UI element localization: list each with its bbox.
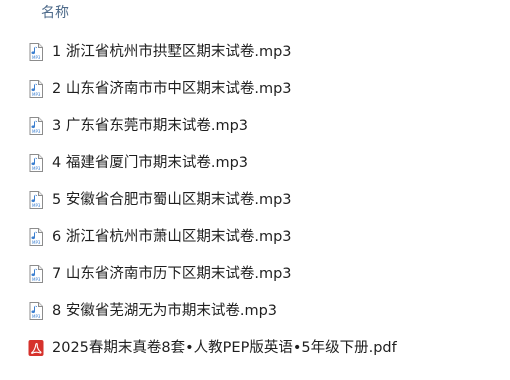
file-name: 4 福建省厦门市期末试卷.mp3 — [52, 155, 248, 171]
audio-file-icon: MP3 — [26, 42, 46, 62]
file-row[interactable]: MP3 6 浙江省杭州市萧山区期末试卷.mp3 — [26, 224, 486, 250]
svg-text:MP3: MP3 — [32, 129, 41, 134]
svg-text:MP3: MP3 — [32, 92, 41, 97]
audio-file-icon: MP3 — [26, 153, 46, 173]
file-row[interactable]: MP3 1 浙江省杭州市拱墅区期末试卷.mp3 — [26, 39, 486, 65]
file-row[interactable]: 2025春期末真卷8套•人教PEP版英语•5年级下册.pdf — [26, 335, 486, 361]
svg-text:MP3: MP3 — [32, 240, 41, 245]
file-row[interactable]: MP3 2 山东省济南市市中区期末试卷.mp3 — [26, 76, 486, 102]
svg-text:MP3: MP3 — [32, 55, 41, 60]
svg-text:MP3: MP3 — [32, 166, 41, 171]
audio-file-icon: MP3 — [26, 301, 46, 321]
audio-file-icon: MP3 — [26, 116, 46, 136]
file-name: 8 安徽省芜湖无为市期末试卷.mp3 — [52, 303, 277, 319]
file-name: 3 广东省东莞市期末试卷.mp3 — [52, 118, 248, 134]
file-name: 6 浙江省杭州市萧山区期末试卷.mp3 — [52, 229, 292, 245]
file-name: 7 山东省济南市历下区期末试卷.mp3 — [52, 266, 292, 282]
pdf-file-icon — [26, 338, 46, 358]
audio-file-icon: MP3 — [26, 227, 46, 247]
file-name: 2025春期末真卷8套•人教PEP版英语•5年级下册.pdf — [52, 340, 397, 356]
svg-text:MP3: MP3 — [32, 203, 41, 208]
sort-caret-icon: ^ — [270, 0, 278, 7]
file-row[interactable]: MP3 3 广东省东莞市期末试卷.mp3 — [26, 113, 486, 139]
file-row[interactable]: MP3 8 安徽省芜湖无为市期末试卷.mp3 — [26, 298, 486, 324]
audio-file-icon: MP3 — [26, 190, 46, 210]
file-row[interactable]: MP3 5 安徽省合肥市蜀山区期末试卷.mp3 — [26, 187, 486, 213]
file-row[interactable]: MP3 7 山东省济南市历下区期末试卷.mp3 — [26, 261, 486, 287]
name-column-header[interactable]: 名称 — [41, 3, 69, 23]
audio-file-icon: MP3 — [26, 264, 46, 284]
file-name: 1 浙江省杭州市拱墅区期末试卷.mp3 — [52, 44, 292, 60]
file-name: 5 安徽省合肥市蜀山区期末试卷.mp3 — [52, 192, 292, 208]
audio-file-icon: MP3 — [26, 79, 46, 99]
file-row[interactable]: MP3 4 福建省厦门市期末试卷.mp3 — [26, 150, 486, 176]
svg-text:MP3: MP3 — [32, 314, 41, 319]
file-name: 2 山东省济南市市中区期末试卷.mp3 — [52, 81, 292, 97]
svg-text:MP3: MP3 — [32, 277, 41, 282]
